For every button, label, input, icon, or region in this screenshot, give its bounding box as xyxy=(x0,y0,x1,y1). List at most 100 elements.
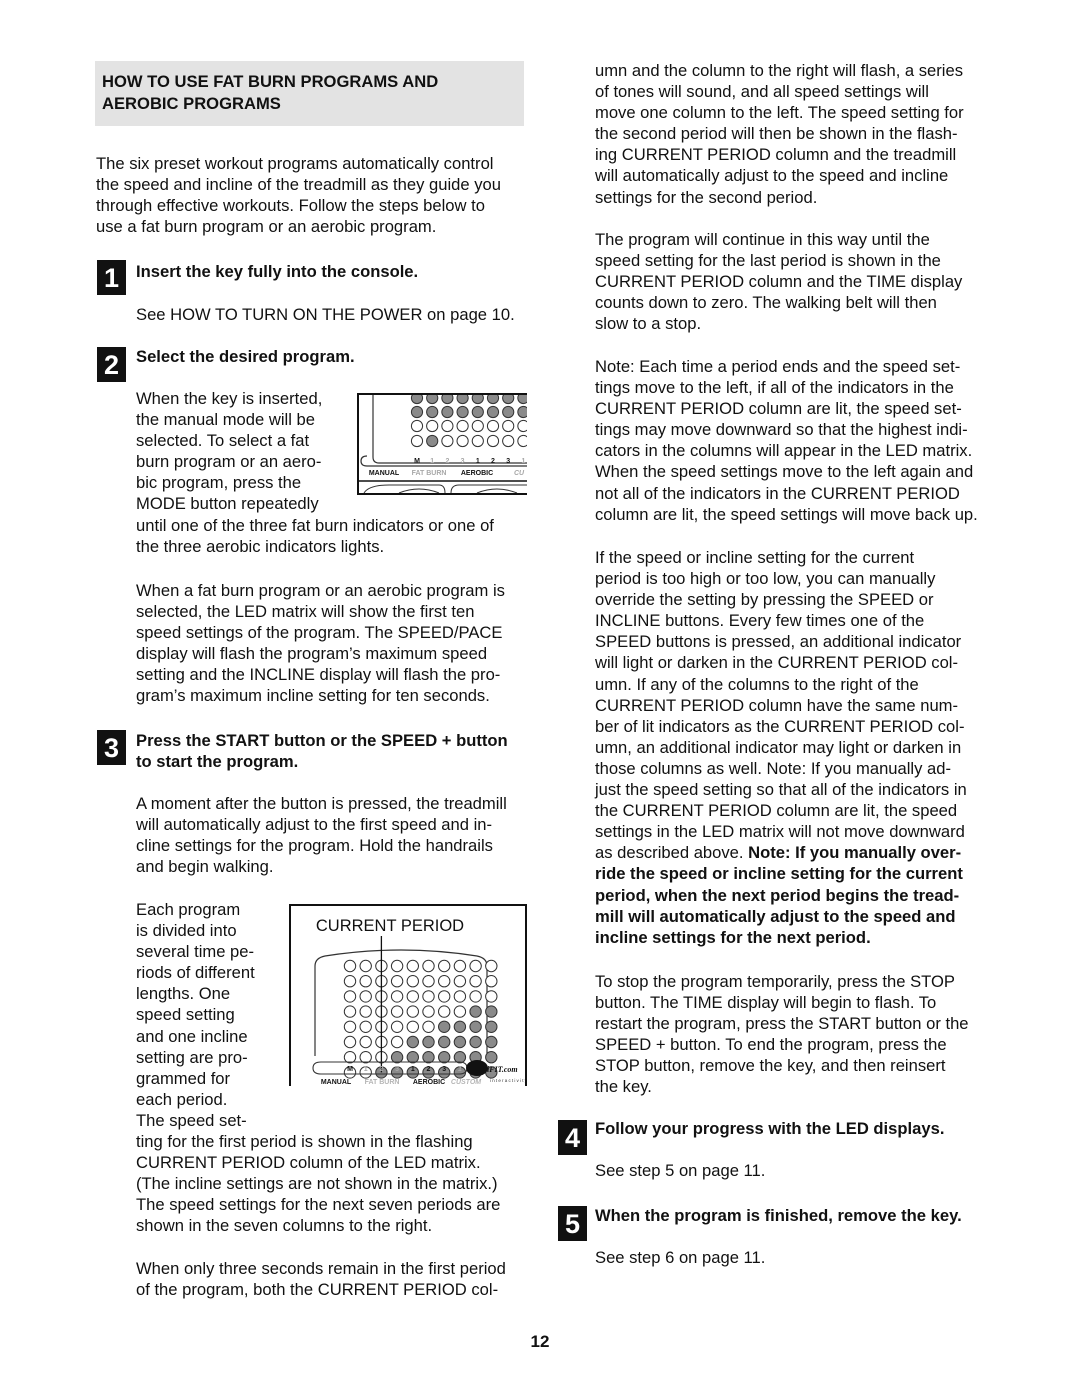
led-lit xyxy=(438,1035,451,1049)
led-lit xyxy=(406,1035,420,1049)
text-line: display will flash the program’s maximum… xyxy=(136,644,488,664)
step-5-heading: When the program is finished, remove the… xyxy=(595,1206,962,1225)
led-lit xyxy=(441,395,454,405)
led-off xyxy=(359,1020,372,1034)
led-off xyxy=(422,1005,435,1018)
led-lit xyxy=(486,395,500,405)
indicator-label: 2 xyxy=(491,458,495,465)
step-1-badge: 1 xyxy=(97,260,126,295)
text-line: move one column to the left. The speed s… xyxy=(595,103,964,123)
intro-paragraph: The six preset workout programs automati… xyxy=(96,153,501,237)
led-off xyxy=(406,959,420,973)
text-line: CURRENT PERIOD column of the LED matrix. xyxy=(136,1153,481,1173)
led-off xyxy=(359,1035,372,1049)
text-line: The speed settings for the next seven pe… xyxy=(136,1195,501,1215)
text-line: speed setting for the last period is sho… xyxy=(595,251,941,271)
led-off xyxy=(469,975,482,988)
right-paragraph-3: Note: Each time a period ends and the sp… xyxy=(595,356,978,525)
led-lit xyxy=(485,1020,498,1034)
text-line: STOP button, remove the key, and then re… xyxy=(595,1056,946,1076)
mode-indicator-figure: M 1 2 3 1 2 3 1 MANUAL FAT BURN AEROBIC CU xyxy=(357,393,527,495)
section-title-line: AEROBIC PROGRAMS xyxy=(102,93,281,113)
indicator-label: 1 xyxy=(476,458,480,465)
led-off xyxy=(359,1051,372,1064)
led-off xyxy=(438,959,451,973)
led-off xyxy=(422,990,435,1003)
indicator-label: 2 xyxy=(445,458,449,465)
indicator-label: 3 xyxy=(506,458,510,465)
led-lit xyxy=(517,395,527,405)
text-line: INCLINE buttons. Every few times one of … xyxy=(595,611,925,631)
step-1-heading: Insert the key fully into the console. xyxy=(136,262,419,281)
led-off xyxy=(406,990,420,1003)
indicator-label: 1 xyxy=(521,458,525,465)
text-line: use a fat burn program or an aerobic pro… xyxy=(96,217,437,237)
group-label: CUSTOM xyxy=(451,1079,481,1086)
led-lit xyxy=(426,395,439,405)
text-line: settings for the second period. xyxy=(595,187,818,207)
step-4-body: See step 5 on page 11. xyxy=(595,1161,766,1180)
text-line: setting and the INCLINE display will fla… xyxy=(136,665,501,685)
group-label: MANUAL xyxy=(369,470,400,477)
right-paragraph-1: umn and the column to the right will fla… xyxy=(595,60,964,208)
step-4-heading: Follow your progress with the LED displa… xyxy=(595,1119,945,1138)
right-paragraph-2: The program will continue in this way un… xyxy=(595,229,962,334)
text-line: until one of the three fat burn indicato… xyxy=(136,515,494,535)
text-line: tings may move downward so that the high… xyxy=(595,420,968,440)
led-matrix-diagram: CURRENT PERIODM12312312MANUALFAT BURNAER… xyxy=(312,917,525,1086)
led-off xyxy=(390,990,404,1003)
led-off xyxy=(422,975,435,988)
text-line: the key. xyxy=(595,1077,652,1097)
led-off xyxy=(438,990,451,1003)
text-line: the speed and incline of the treadmill a… xyxy=(96,175,501,195)
led-lit xyxy=(456,395,469,405)
section-header: HOW TO USE FAT BURN PROGRAMS AND AEROBIC… xyxy=(95,61,524,126)
led-off xyxy=(343,1020,357,1034)
text-line: To stop the program temporarily, press t… xyxy=(595,972,955,991)
text-line: settings in the LED matrix will not move… xyxy=(595,822,965,842)
step-1-body: See HOW TO TURN ON THE POWER on page 10. xyxy=(136,305,515,324)
group-label: AEROBIC xyxy=(413,1079,445,1086)
led-off xyxy=(406,1005,420,1018)
step-4-badge: 4 xyxy=(558,1120,587,1155)
bold-note-line: period, when the next period begins the … xyxy=(595,885,960,905)
led-lit xyxy=(502,405,515,419)
led-lit xyxy=(390,1051,404,1064)
text-line: override the setting by pressing the SPE… xyxy=(595,590,934,610)
right-paragraph-5: To stop the program temporarily, press t… xyxy=(595,971,969,1098)
led-off xyxy=(441,434,454,448)
indicator-label: 1 xyxy=(364,1066,368,1073)
led-off xyxy=(502,434,515,448)
text-line: restart the program, press the START but… xyxy=(595,1014,969,1034)
label-strip-outline xyxy=(360,455,527,467)
led-lit xyxy=(426,434,439,448)
led-lit xyxy=(485,1005,498,1018)
led-off xyxy=(343,975,357,988)
text-line: as described above. Note: If you manuall… xyxy=(595,842,967,863)
led-lit xyxy=(422,1051,435,1064)
led-off xyxy=(441,419,454,433)
led-off xyxy=(359,975,372,988)
group-label: AEROBIC xyxy=(461,470,493,477)
led-lit xyxy=(471,405,484,419)
indicator-label: 3 xyxy=(461,458,465,465)
led-lit xyxy=(453,1035,467,1049)
led-lit xyxy=(471,395,484,405)
text-line: ting for the first period is shown in th… xyxy=(136,1132,473,1152)
text-line: (The incline settings are not shown in t… xyxy=(136,1174,498,1194)
text-line: will automatically adjust to the speed a… xyxy=(595,166,949,186)
text-line: the three aerobic indicators lights. xyxy=(136,536,385,556)
step-3-paragraph-3: When only three seconds remain in the fi… xyxy=(136,1258,506,1300)
text-line: will light or darken in the CURRENT PERI… xyxy=(595,653,959,673)
text-line: counts down to zero. The walking belt wi… xyxy=(595,293,937,313)
group-label: CU xyxy=(514,470,525,477)
text-line: ber of lit indicators as the CURRENT PER… xyxy=(595,716,965,736)
mode-indicator-diagram: M 1 2 3 1 2 3 1 MANUAL FAT BURN AEROBIC CU xyxy=(359,395,527,493)
button-arc xyxy=(476,488,518,493)
group-label: FAT BURN xyxy=(412,470,447,477)
led-lit xyxy=(453,1020,467,1034)
text-line: button. The TIME display will begin to f… xyxy=(595,993,937,1013)
bold-note-line: ride the speed or incline setting for th… xyxy=(595,864,963,884)
indicator-label: M xyxy=(414,458,420,465)
bold-note-line: incline settings for the next period. xyxy=(595,927,871,947)
